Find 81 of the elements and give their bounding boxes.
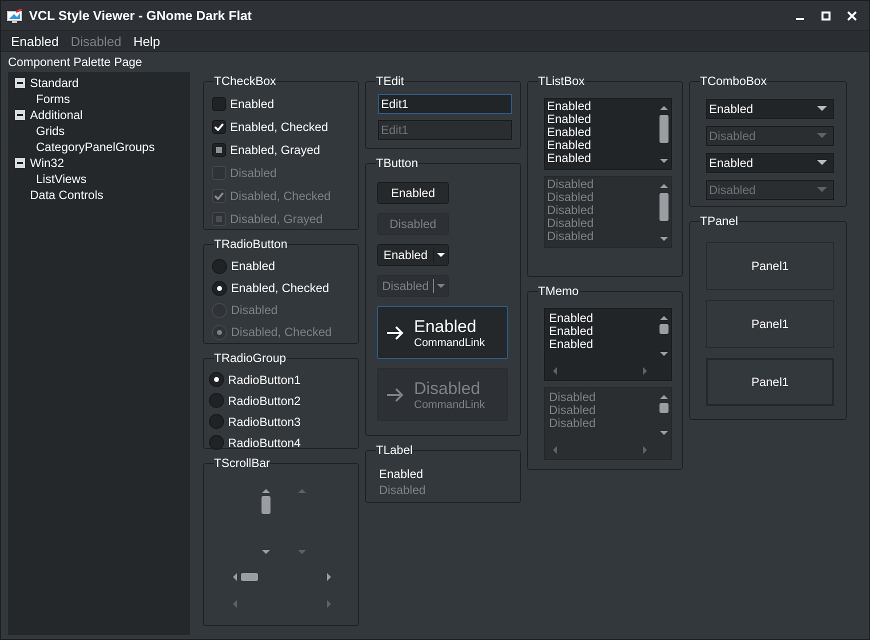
command-link-button[interactable]: Enabled CommandLink — [377, 306, 508, 359]
collapse-icon[interactable] — [15, 110, 25, 120]
radio-button[interactable] — [209, 414, 224, 429]
combo-box[interactable]: Enabled — [706, 153, 834, 173]
group-title: TRadioGroup — [214, 351, 286, 365]
push-button[interactable]: Enabled — [377, 182, 449, 204]
radio-label: RadioButton2 — [228, 394, 301, 408]
memo-line: Enabled — [549, 312, 594, 325]
radio-label: Disabled — [231, 303, 278, 317]
group-title: TPanel — [700, 214, 738, 228]
tree-item[interactable]: CategoryPanelGroups — [35, 140, 156, 154]
checkbox-label: Enabled, Grayed — [230, 142, 320, 156]
list-box[interactable]: Enabled Enabled Enabled Enabled Enabled — [544, 98, 672, 170]
memo-line: Disabled — [549, 417, 597, 430]
group-title: TListBox — [538, 74, 585, 88]
collapse-icon[interactable] — [15, 78, 25, 88]
checkbox-label: Disabled, Checked — [230, 188, 331, 202]
group-title: TEdit — [376, 74, 404, 88]
memo-box[interactable]: Enabled Enabled Enabled — [544, 308, 672, 381]
group-title: TButton — [376, 156, 418, 170]
group-title: TMemo — [538, 284, 579, 298]
app-icon — [7, 8, 23, 22]
checkbox[interactable] — [212, 142, 226, 156]
palette-label: Component Palette Page — [7, 54, 144, 71]
maximize-icon — [821, 10, 831, 20]
tree-item[interactable]: Data Controls — [29, 188, 104, 202]
menu-item[interactable]: Help — [127, 34, 166, 48]
group-title: TCheckBox — [214, 74, 276, 88]
group-title: TRadioButton — [214, 237, 288, 251]
menu-item[interactable]: Enabled — [5, 34, 65, 48]
radio-label: RadioButton1 — [228, 372, 301, 386]
close-icon — [847, 10, 857, 20]
radio-button[interactable] — [209, 372, 224, 387]
tree-item[interactable]: Grids — [35, 124, 66, 138]
memo-line: Disabled — [549, 391, 597, 404]
tree-item[interactable]: Additional — [29, 108, 84, 122]
radio-label: Disabled, Checked — [231, 325, 332, 339]
radio-label: RadioButton3 — [228, 414, 301, 428]
window-title: VCL Style Viewer - GNome Dark Flat — [29, 8, 253, 23]
label-text: Enabled — [379, 467, 424, 481]
panel: Panel1 — [706, 300, 834, 348]
list-item[interactable]: Enabled — [547, 152, 657, 165]
arrow-icon — [386, 388, 404, 402]
list-item[interactable]: Enabled — [547, 139, 657, 152]
checkbox[interactable] — [212, 96, 226, 110]
label-text: Disabled — [379, 483, 427, 497]
memo-line: Enabled — [549, 338, 594, 351]
list-item[interactable]: Enabled — [547, 113, 657, 126]
split-button[interactable]: Enabled — [377, 244, 449, 266]
radio-button[interactable] — [209, 393, 224, 408]
checkbox-label: Disabled — [230, 166, 277, 180]
radio-label: Enabled — [231, 259, 276, 273]
text-field[interactable]: Edit1 — [378, 94, 512, 114]
tree-item[interactable]: Win32 — [29, 156, 66, 170]
panel: Panel1 — [706, 242, 834, 290]
collapse-icon[interactable] — [15, 158, 25, 168]
list-item[interactable]: Enabled — [547, 126, 657, 139]
scrollbar[interactable] — [260, 486, 272, 556]
checkbox-label: Disabled, Grayed — [230, 212, 323, 226]
radio-button[interactable] — [212, 280, 227, 296]
checkbox-label: Enabled, Checked — [230, 120, 328, 134]
tree-item[interactable]: ListViews — [35, 172, 88, 186]
group-title: TScrollBar — [214, 456, 270, 470]
combo-box[interactable]: Enabled — [706, 99, 834, 119]
memo-line: Enabled — [549, 325, 594, 338]
panel: Panel1 — [706, 358, 834, 406]
tree-item[interactable]: Forms — [35, 92, 71, 106]
arrow-icon — [386, 326, 404, 340]
minimize-icon — [796, 18, 804, 20]
radio-button[interactable] — [209, 435, 224, 450]
scrollbar[interactable] — [232, 572, 332, 582]
group-title: TComboBox — [700, 74, 767, 88]
radio-button[interactable] — [212, 258, 227, 274]
memo-line: Disabled — [549, 404, 597, 417]
list-item[interactable]: Enabled — [547, 100, 657, 113]
checkbox-label: Enabled — [230, 96, 274, 110]
checkbox[interactable] — [212, 120, 226, 134]
radio-label: Enabled, Checked — [231, 281, 330, 295]
tree-item[interactable]: Standard — [29, 76, 80, 90]
group-title: TLabel — [376, 443, 413, 457]
radio-label: RadioButton4 — [228, 436, 301, 450]
